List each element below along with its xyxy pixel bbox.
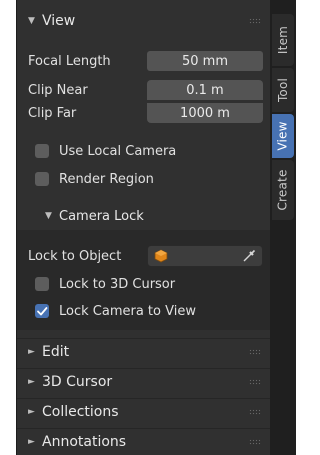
- sidebar-panel: ▼ View Focal Length 50 mm Clip Near 0.1 …: [16, 0, 271, 455]
- annotations-panel-title: Annotations: [42, 434, 127, 450]
- tab-view[interactable]: View: [272, 114, 294, 158]
- clip-far-row: Clip Far 1000 m: [17, 102, 271, 124]
- collapsed-triangle-icon: ►: [28, 437, 35, 447]
- tab-create-label: Create: [276, 169, 291, 211]
- camera-lock-title: Camera Lock: [59, 208, 144, 224]
- collections-panel-header[interactable]: ► Collections: [17, 398, 271, 425]
- edit-panel-title: Edit: [42, 344, 70, 360]
- tab-tool[interactable]: Tool: [272, 68, 294, 112]
- 3d-cursor-panel-header[interactable]: ► 3D Cursor: [17, 368, 271, 395]
- clip-near-row: Clip Near 0.1 m: [17, 79, 271, 101]
- collections-panel-title: Collections: [42, 404, 119, 420]
- lock-camera-to-view-checkbox[interactable]: [35, 304, 49, 318]
- use-local-camera-row[interactable]: Use Local Camera: [17, 140, 271, 162]
- clip-far-field[interactable]: 1000 m: [147, 103, 263, 123]
- render-region-label: Render Region: [59, 171, 154, 187]
- collapsed-triangle-icon: ►: [28, 377, 35, 387]
- drag-grip-icon[interactable]: [249, 379, 261, 385]
- edit-panel-header[interactable]: ► Edit: [17, 338, 271, 365]
- lock-to-3d-cursor-row[interactable]: Lock to 3D Cursor: [17, 273, 271, 295]
- eyedropper-icon[interactable]: [242, 249, 256, 267]
- lock-to-object-label: Lock to Object: [28, 248, 122, 264]
- tab-item-label: Item: [276, 25, 290, 55]
- tab-tool-label: Tool: [276, 77, 291, 103]
- tab-create[interactable]: Create: [272, 160, 294, 220]
- properties-sidebar: ▼ View Focal Length 50 mm Clip Near 0.1 …: [0, 0, 305, 455]
- drag-grip-icon[interactable]: [249, 18, 261, 24]
- sidebar-tab-strip: Item Tool View Create: [270, 0, 296, 455]
- use-local-camera-checkbox[interactable]: [35, 144, 49, 158]
- focal-length-field[interactable]: 50 mm: [147, 51, 263, 71]
- drag-grip-icon[interactable]: [249, 349, 261, 355]
- clip-far-label: Clip Far: [28, 105, 77, 121]
- clip-near-label: Clip Near: [28, 82, 88, 98]
- tab-view-label: View: [276, 121, 290, 151]
- object-cube-icon: [154, 249, 168, 267]
- view-panel-title: View: [42, 13, 76, 29]
- view-panel-header[interactable]: ▼ View: [17, 8, 271, 34]
- lock-to-3d-cursor-label: Lock to 3D Cursor: [59, 276, 176, 292]
- camera-lock-header[interactable]: ▼ Camera Lock: [17, 203, 271, 229]
- expanded-triangle-icon: ▼: [28, 16, 35, 26]
- render-region-checkbox[interactable]: [35, 172, 49, 186]
- lock-to-3d-cursor-checkbox[interactable]: [35, 277, 49, 291]
- lock-to-object-field[interactable]: [147, 245, 263, 267]
- focal-length-label: Focal Length: [28, 53, 111, 69]
- tab-item[interactable]: Item: [272, 14, 294, 66]
- clip-near-field[interactable]: 0.1 m: [147, 80, 263, 100]
- drag-grip-icon[interactable]: [249, 409, 261, 415]
- checkmark-icon: [37, 307, 48, 316]
- 3d-cursor-panel-title: 3D Cursor: [42, 374, 113, 390]
- drag-grip-icon[interactable]: [249, 439, 261, 445]
- expanded-triangle-icon: ▼: [45, 211, 52, 221]
- focal-length-row: Focal Length 50 mm: [17, 50, 271, 72]
- collapsed-triangle-icon: ►: [28, 407, 35, 417]
- collapsed-triangle-icon: ►: [28, 347, 35, 357]
- lock-camera-to-view-row[interactable]: Lock Camera to View: [17, 300, 271, 322]
- annotations-panel-header[interactable]: ► Annotations: [17, 428, 271, 455]
- use-local-camera-label: Use Local Camera: [59, 143, 177, 159]
- lock-camera-to-view-label: Lock Camera to View: [59, 303, 196, 319]
- render-region-row[interactable]: Render Region: [17, 168, 271, 190]
- lock-to-object-row: Lock to Object: [17, 245, 271, 267]
